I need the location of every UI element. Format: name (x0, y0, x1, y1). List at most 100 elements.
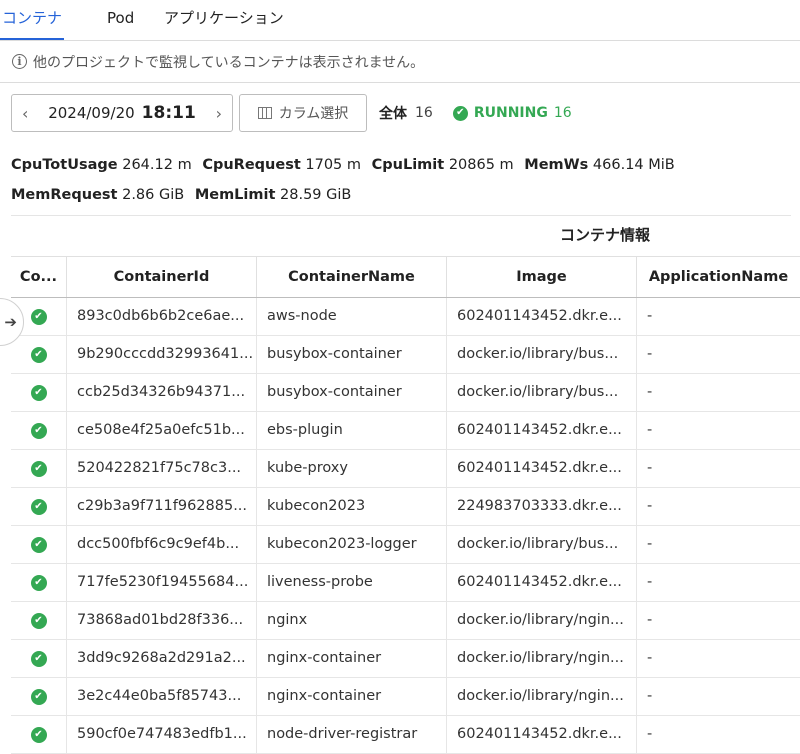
application-name-cell[interactable]: - (637, 526, 800, 563)
check-circle-icon: ✔ (452, 105, 468, 121)
check-circle-icon: ✔ (30, 460, 47, 477)
application-name-cell[interactable]: - (637, 602, 800, 639)
application-name-cell[interactable]: - (637, 488, 800, 525)
image-cell[interactable]: 602401143452.dkr.e... (447, 450, 637, 487)
application-name-cell[interactable]: - (637, 374, 800, 411)
application-name-cell[interactable]: - (637, 640, 800, 677)
toolbar: ‹ 2024/09/20 18:11 › カラム選択 全体 16 ✔ RUNNIN… (11, 93, 572, 133)
table-row[interactable]: ✔ 590cf0e747483edfb1... node-driver-regist… (11, 716, 800, 754)
container-id-cell[interactable]: 3dd9c9268a2d291a2... (67, 640, 257, 677)
metrics-summary: CpuTotUsage 264.12 m CpuRequest 1705 m C… (11, 150, 791, 210)
column-select-button[interactable]: カラム選択 (239, 94, 367, 132)
status-cell: ✔ (11, 374, 67, 411)
table-row[interactable]: ✔ 3e2c44e0ba5f85743... nginx-container dock… (11, 678, 800, 716)
container-name-cell[interactable]: nginx-container (257, 678, 447, 715)
container-id-cell[interactable]: ccb25d34326b94371... (67, 374, 257, 411)
image-cell[interactable]: docker.io/library/bus... (447, 526, 637, 563)
table-row[interactable]: ✔ 3dd9c9268a2d291a2... nginx-container dock… (11, 640, 800, 678)
divider (11, 215, 791, 216)
container-name-cell[interactable]: node-driver-registrar (257, 716, 447, 753)
container-id-cell[interactable]: ce508e4f25a0efc51b... (67, 412, 257, 449)
check-circle-icon: ✔ (30, 384, 47, 401)
column-header-containerid[interactable]: ContainerId (67, 257, 257, 297)
columns-icon (257, 107, 272, 119)
status-cell: ✔ (11, 526, 67, 563)
table-row[interactable]: ✔ c29b3a9f711f962885... kubecon2023 2249837… (11, 488, 800, 526)
table-row[interactable]: ✔ ccb25d34326b94371... busybox-container do… (11, 374, 800, 412)
image-cell[interactable]: docker.io/library/ngin... (447, 602, 637, 639)
container-name-cell[interactable]: kubecon2023 (257, 488, 447, 525)
time-text: 18:11 (141, 103, 196, 123)
check-circle-icon: ✔ (30, 726, 47, 743)
container-name-cell[interactable]: aws-node (257, 298, 447, 335)
status-cell: ✔ (11, 640, 67, 677)
application-name-cell[interactable]: - (637, 716, 800, 753)
image-cell[interactable]: docker.io/library/ngin... (447, 640, 637, 677)
container-name-cell[interactable]: kube-proxy (257, 450, 447, 487)
container-name-cell[interactable]: busybox-container (257, 336, 447, 373)
application-name-cell[interactable]: - (637, 450, 800, 487)
arrow-right-icon: ➔ (4, 313, 17, 331)
container-id-cell[interactable]: 9b290cccdd32993641... (67, 336, 257, 373)
container-name-cell[interactable]: nginx-container (257, 640, 447, 677)
container-id-cell[interactable]: dcc500fbf6c9c9ef4b... (67, 526, 257, 563)
running-count: 16 (553, 105, 572, 121)
tab-bar: コンテナ Pod アプリケーション (0, 0, 800, 41)
table-body: ✔ 893c0db6b6b2ce6ae... aws-node 60240114345… (11, 298, 800, 754)
image-cell[interactable]: 602401143452.dkr.e... (447, 412, 637, 449)
table-row[interactable]: ✔ 73868ad01bd28f336... nginx docker.io/libr… (11, 602, 800, 640)
running-filter[interactable]: ✔ RUNNING 16 (452, 105, 572, 121)
column-header-image[interactable]: Image (447, 257, 637, 297)
status-cell: ✔ (11, 678, 67, 715)
table-row[interactable]: ✔ dcc500fbf6c9c9ef4b... kubecon2023-logger… (11, 526, 800, 564)
notice-bar: i 他のプロジェクトで監視しているコンテナは表示されません。 (0, 41, 800, 83)
metric-cpurequest: CpuRequest 1705 m (202, 157, 362, 173)
notice-text: 他のプロジェクトで監視しているコンテナは表示されません。 (33, 54, 425, 71)
date-time-picker[interactable]: ‹ 2024/09/20 18:11 › (11, 94, 233, 132)
image-cell[interactable]: 602401143452.dkr.e... (447, 564, 637, 601)
column-header-containername[interactable]: ContainerName (257, 257, 447, 297)
container-name-cell[interactable]: nginx (257, 602, 447, 639)
container-id-cell[interactable]: 73868ad01bd28f336... (67, 602, 257, 639)
container-name-cell[interactable]: busybox-container (257, 374, 447, 411)
image-cell[interactable]: 602401143452.dkr.e... (447, 716, 637, 753)
application-name-cell[interactable]: - (637, 298, 800, 335)
image-cell[interactable]: docker.io/library/bus... (447, 374, 637, 411)
tab-pod[interactable]: Pod (107, 0, 134, 38)
tab-containers[interactable]: コンテナ (0, 0, 64, 40)
container-id-cell[interactable]: 893c0db6b6b2ce6ae... (67, 298, 257, 335)
table-row[interactable]: ✔ 520422821f75c78c3... kube-proxy 602401143… (11, 450, 800, 488)
image-cell[interactable]: docker.io/library/bus... (447, 336, 637, 373)
container-name-cell[interactable]: liveness-probe (257, 564, 447, 601)
application-name-cell[interactable]: - (637, 678, 800, 715)
table-header: Co... ContainerId ContainerName Image Ap… (11, 256, 800, 298)
container-table: Co... ContainerId ContainerName Image Ap… (11, 256, 800, 754)
container-id-cell[interactable]: 3e2c44e0ba5f85743... (67, 678, 257, 715)
check-circle-icon: ✔ (30, 612, 47, 629)
table-row[interactable]: ✔ ce508e4f25a0efc51b... ebs-plugin 60240114… (11, 412, 800, 450)
container-id-cell[interactable]: c29b3a9f711f962885... (67, 488, 257, 525)
image-cell[interactable]: 602401143452.dkr.e... (447, 298, 637, 335)
tab-application[interactable]: アプリケーション (164, 0, 284, 38)
column-header-status[interactable]: Co... (11, 257, 67, 297)
date-text: 2024/09/20 (48, 104, 135, 122)
container-id-cell[interactable]: 590cf0e747483edfb1... (67, 716, 257, 753)
chevron-right-icon[interactable]: › (216, 104, 222, 123)
chevron-left-icon[interactable]: ‹ (22, 104, 28, 123)
table-row[interactable]: ✔ 717fe5230f19455684... liveness-probe 6024… (11, 564, 800, 602)
application-name-cell[interactable]: - (637, 564, 800, 601)
container-id-cell[interactable]: 520422821f75c78c3... (67, 450, 257, 487)
column-header-applicationname[interactable]: ApplicationName (637, 257, 800, 297)
image-cell[interactable]: 224983703333.dkr.e... (447, 488, 637, 525)
table-row[interactable]: ✔ 9b290cccdd32993641... busybox-container d… (11, 336, 800, 374)
status-cell: ✔ (11, 564, 67, 601)
table-row[interactable]: ✔ 893c0db6b6b2ce6ae... aws-node 60240114345… (11, 298, 800, 336)
status-cell: ✔ (11, 412, 67, 449)
container-name-cell[interactable]: kubecon2023-logger (257, 526, 447, 563)
container-name-cell[interactable]: ebs-plugin (257, 412, 447, 449)
image-cell[interactable]: docker.io/library/ngin... (447, 678, 637, 715)
container-id-cell[interactable]: 717fe5230f19455684... (67, 564, 257, 601)
total-label: 全体 (379, 106, 407, 122)
application-name-cell[interactable]: - (637, 412, 800, 449)
application-name-cell[interactable]: - (637, 336, 800, 373)
